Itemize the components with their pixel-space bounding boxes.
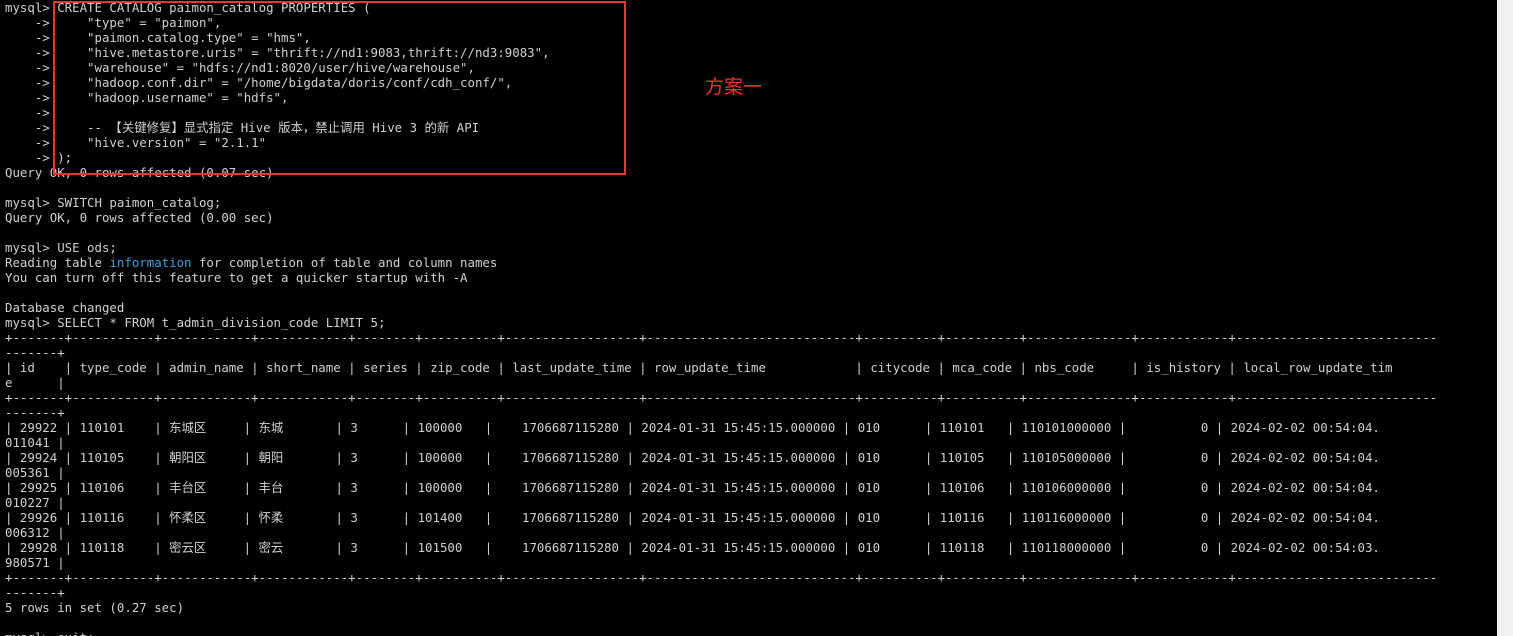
terminal-line: +-------+-----------+------------+------…	[5, 570, 1438, 585]
terminal-line: | 29922 | 110101 | 东城区 | 东城 | 3 | 100000…	[5, 420, 1380, 435]
terminal-line: +-------+-----------+------------+------…	[5, 330, 1438, 345]
terminal-line: | id | type_code | admin_name | short_na…	[5, 360, 1393, 375]
terminal-line: -> "type" = "paimon",	[5, 15, 222, 30]
terminal-line: 006312 |	[5, 525, 65, 540]
terminal-line: -> "hive.metastore.uris" = "thrift://nd1…	[5, 45, 550, 60]
terminal-line: Database changed	[5, 300, 125, 315]
terminal-line: -> );	[5, 150, 73, 165]
terminal-line: -------+	[5, 405, 65, 420]
terminal-line: mysql> USE ods;	[5, 240, 117, 255]
terminal-line: -------+	[5, 345, 65, 360]
terminal-line: | 29926 | 110116 | 怀柔区 | 怀柔 | 3 | 101400…	[5, 510, 1380, 525]
terminal-line: 5 rows in set (0.27 sec)	[5, 600, 185, 615]
terminal-line: | 29925 | 110106 | 丰台区 | 丰台 | 3 | 100000…	[5, 480, 1380, 495]
terminal-line: Reading table information for completion…	[5, 255, 498, 270]
terminal-line: -> -- 【关键修复】显式指定 Hive 版本，禁止调用 Hive 3 的新 …	[5, 120, 480, 135]
terminal-line: Query OK, 0 rows affected (0.07 sec)	[5, 165, 274, 180]
terminal-line: -> "warehouse" = "hdfs://nd1:8020/user/h…	[5, 60, 475, 75]
terminal-line: 010227 |	[5, 495, 65, 510]
terminal-line: -> "hive.version" = "2.1.1"	[5, 135, 267, 150]
terminal-line: mysql> CREATE CATALOG paimon_catalog PRO…	[5, 0, 371, 15]
annotation-label: 方案一	[705, 76, 763, 98]
terminal-line: mysql> SWITCH paimon_catalog;	[5, 195, 222, 210]
terminal-line: 005361 |	[5, 465, 65, 480]
terminal-line: | 29924 | 110105 | 朝阳区 | 朝阳 | 3 | 100000…	[5, 450, 1380, 465]
terminal-line: Query OK, 0 rows affected (0.00 sec)	[5, 210, 274, 225]
terminal-line: You can turn off this feature to get a q…	[5, 270, 468, 285]
terminal-line: | 29928 | 110118 | 密云区 | 密云 | 3 | 101500…	[5, 540, 1380, 555]
terminal-line: +-------+-----------+------------+------…	[5, 390, 1438, 405]
terminal-line: 980571 |	[5, 555, 65, 570]
terminal-window[interactable]: mysql> CREATE CATALOG paimon_catalog PRO…	[0, 0, 1497, 636]
terminal-line: mysql> exit;	[5, 630, 95, 636]
terminal-line: -> "hadoop.username" = "hdfs",	[5, 90, 289, 105]
terminal-line: -> "paimon.catalog.type" = "hms",	[5, 30, 311, 45]
terminal-line: e |	[5, 375, 65, 390]
scrollbar[interactable]	[1497, 0, 1513, 636]
terminal-line: -------+	[5, 585, 65, 600]
terminal-line: mysql> SELECT * FROM t_admin_division_co…	[5, 315, 386, 330]
terminal-line: ->	[5, 105, 50, 120]
terminal-line: -> "hadoop.conf.dir" = "/home/bigdata/do…	[5, 75, 513, 90]
terminal-line: 011041 |	[5, 435, 65, 450]
highlighted-word: information	[109, 255, 192, 270]
